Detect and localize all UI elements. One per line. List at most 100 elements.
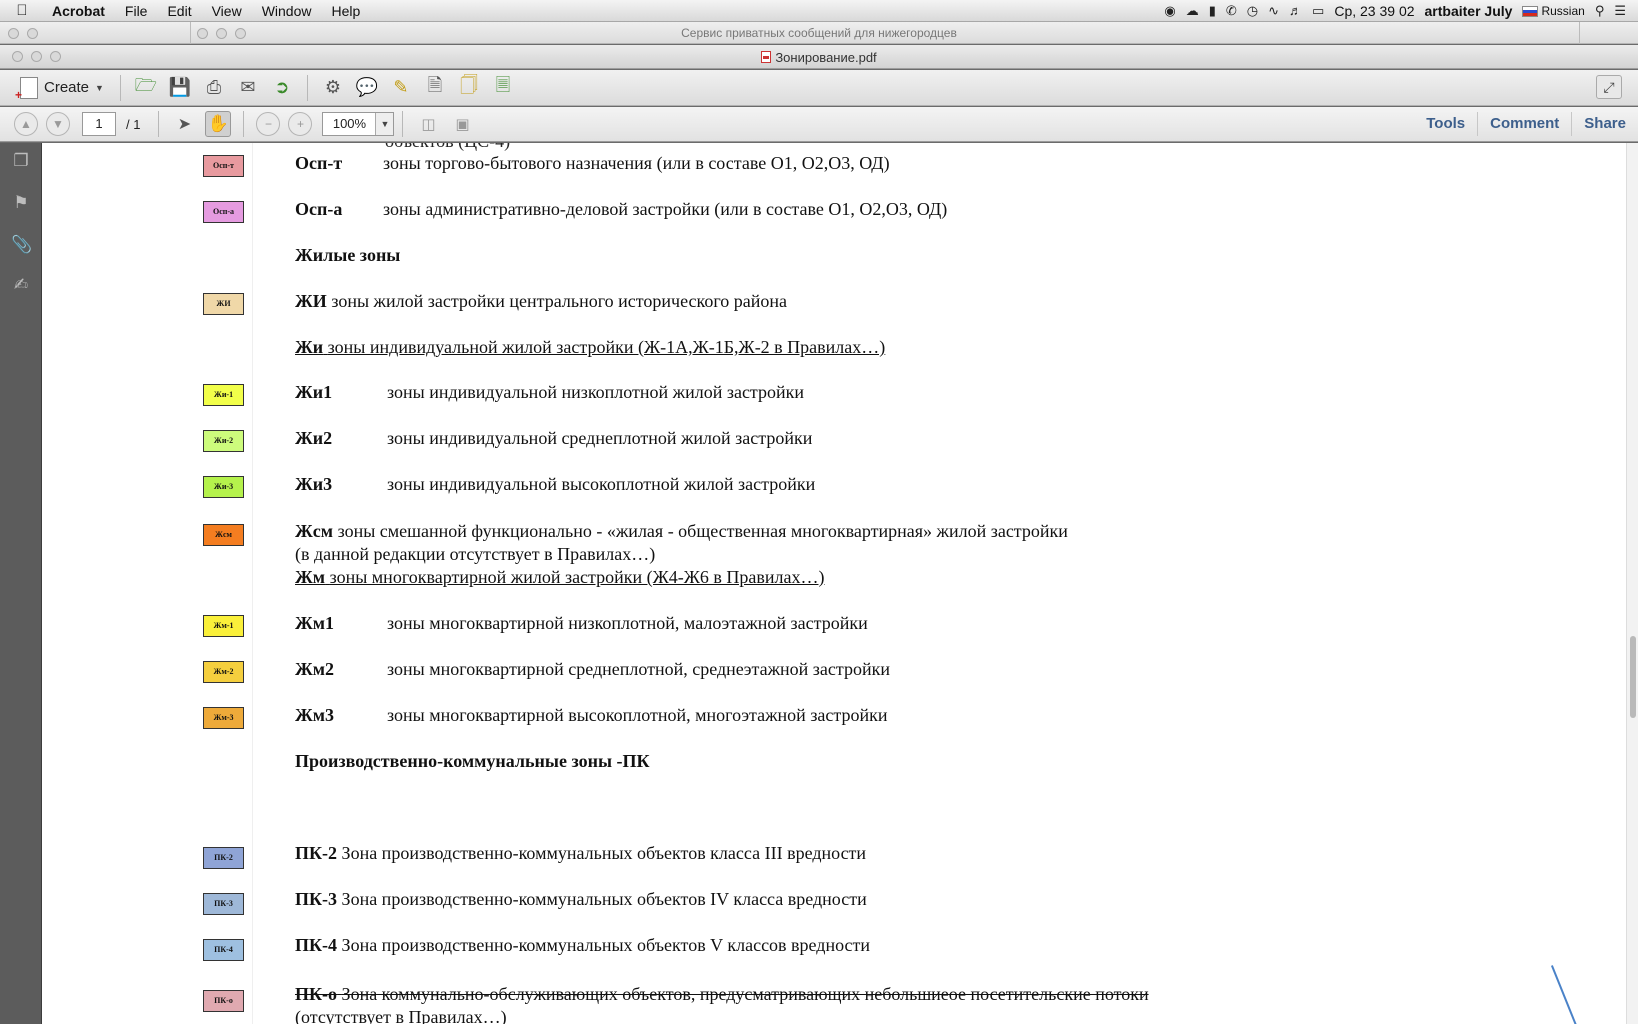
highlight-icon[interactable]: ✎ <box>388 75 414 101</box>
legend-entry-osp-a: Осп-а зоны административно-деловой застро… <box>295 199 947 220</box>
print-icon[interactable]: ⎙ <box>201 75 227 101</box>
menubar-status-area: ◉ ☁ ▮ ✆ ◷ ∿ ♬ ▭ Ср, 23 39 02 artbaiter J… <box>1164 3 1638 19</box>
group-heading-multiapartment: Жм зоны многоквартирной жилой застройки … <box>295 567 824 588</box>
time-machine-icon[interactable]: ◷ <box>1247 3 1258 19</box>
navigation-toolbar: ▲ ▼ 1 / 1 ➤ ✋ − + 100% ▼ ◫ ▣ Tools Comme… <box>0 107 1638 142</box>
zone-code: ПК-3 <box>295 889 338 909</box>
spotlight-search-icon[interactable]: ⚲ <box>1595 3 1605 19</box>
group-heading-individual: Жи зоны индивидуальной жилой застройки (… <box>295 337 885 358</box>
toolbar-divider <box>402 111 404 137</box>
legend-swatch-zhi: ЖИ <box>203 293 244 315</box>
pen-stroke-mark <box>1550 965 1580 1024</box>
legend-entry-pk-o-note: (отсутствует в Правилах…) <box>295 1007 507 1024</box>
section-heading-residential: Жилые зоны <box>295 245 401 265</box>
menubar-user[interactable]: artbaiter July <box>1425 3 1513 19</box>
phone-icon[interactable]: ✆ <box>1226 3 1237 19</box>
menu-edit[interactable]: Edit <box>157 3 201 19</box>
mac-menu-bar:  Acrobat File Edit View Window Help ◉ ☁… <box>0 0 1638 22</box>
expand-icon[interactable]: ⤢ <box>1596 75 1622 99</box>
comment-bubble-icon[interactable]: 💬 <box>354 75 380 101</box>
navigation-pane: ❐ ⚑ 📎 ✍ <box>0 143 42 1024</box>
zone-code: Жи3 <box>295 474 333 494</box>
zone-code: Осп-т <box>295 153 343 173</box>
legend-entry-zhi-2: Жи2 зоны индивидуальной среднеплотной жил… <box>295 428 812 449</box>
wifi-icon[interactable]: ∿ <box>1268 3 1279 19</box>
window-title-text: Зонирование.pdf <box>775 50 877 65</box>
pane-tabs: Tools Comment Share <box>1414 107 1638 141</box>
zone-code: ПК-2 <box>295 843 338 863</box>
group-code: Жм <box>295 567 326 587</box>
zoom-select[interactable]: 100% ▼ <box>322 112 395 136</box>
zoom-out-icon[interactable]: − <box>256 112 281 136</box>
fit-width-icon[interactable]: ▣ <box>449 111 475 137</box>
pdf-page-view[interactable]: объектов (ЦС-4) Осп-т Осп-т зоны торгово-… <box>42 143 1626 1024</box>
zone-code: Жм2 <box>295 659 335 679</box>
toolbar-divider <box>243 111 245 137</box>
legend-swatch-zhi-2: Жи-2 <box>203 430 244 452</box>
section-heading-industrial: Производственно-коммунальные зоны -ПК <box>295 751 650 771</box>
scrollbar-thumb[interactable] <box>1630 636 1636 718</box>
attachments-icon[interactable]: 📎 <box>11 235 32 257</box>
apple-menu-icon[interactable]:  <box>0 2 44 19</box>
notification-list-icon[interactable]: ☰ <box>1614 3 1626 19</box>
tab-share[interactable]: Share <box>1571 112 1638 136</box>
cloud-icon[interactable]: ☁ <box>1186 3 1199 19</box>
previous-page-icon[interactable]: ▲ <box>14 112 38 136</box>
select-cursor-icon[interactable]: ➤ <box>171 111 197 137</box>
zone-code: Жм1 <box>295 613 335 633</box>
chevron-down-icon[interactable]: ▼ <box>375 113 394 135</box>
save-icon[interactable]: 💾 <box>167 75 193 101</box>
tab-tools[interactable]: Tools <box>1414 112 1477 136</box>
zone-code: Жсм <box>295 521 334 541</box>
fit-page-icon[interactable]: ◫ <box>415 111 441 137</box>
zone-description: Зона производственно-коммунальных объект… <box>341 889 867 909</box>
zone-description: зоны административно-деловой застройки (… <box>383 199 948 219</box>
create-button[interactable]: Create ▼ <box>12 74 112 102</box>
share-files-icon[interactable]: ➲ <box>269 75 295 101</box>
page-number-input[interactable]: 1 <box>82 112 116 136</box>
zone-description: зоны жилой застройки центрального истори… <box>331 291 788 311</box>
legend-entry-pk-o: ПК-о Зона коммунально-обслуживающих объе… <box>295 984 1149 1005</box>
menu-view[interactable]: View <box>202 3 252 19</box>
battery-icon[interactable]: ▭ <box>1312 3 1324 19</box>
background-window-titlebar[interactable]: Сервис приватных сообщений для нижегород… <box>0 22 1638 44</box>
skype-icon[interactable]: ◉ <box>1164 3 1175 19</box>
open-folder-icon[interactable]: 🗁 <box>133 75 159 101</box>
input-source[interactable]: Russian <box>1522 3 1585 18</box>
next-page-icon[interactable]: ▼ <box>46 112 70 136</box>
legend-swatch-zhm-3: Жм-3 <box>203 707 244 729</box>
window-title: Зонирование.pdf <box>0 50 1638 65</box>
legend-swatch-osp-a: Осп-а <box>203 201 244 223</box>
document-edit-icon[interactable]: 🗍 <box>456 75 482 101</box>
menu-help[interactable]: Help <box>321 3 370 19</box>
group-description: зоны индивидуальной жилой застройки (Ж-1… <box>327 337 886 357</box>
create-document-icon <box>15 76 38 102</box>
input-language-label: Russian <box>1541 3 1585 18</box>
hand-tool-icon[interactable]: ✋ <box>205 111 232 137</box>
page-left-edge <box>252 143 253 1024</box>
legend-entry-pk-3: ПК-3 Зона производственно-коммунальных о… <box>295 889 867 910</box>
bookmarks-icon[interactable]: ⚑ <box>11 193 31 215</box>
zone-description: зоны смешанной функционально - «жилая - … <box>337 521 1068 541</box>
zone-code: Жм3 <box>295 705 335 725</box>
zoom-value: 100% <box>332 116 367 131</box>
menu-app-acrobat[interactable]: Acrobat <box>44 3 115 19</box>
acrobat-titlebar[interactable]: Зонирование.pdf <box>0 45 1638 69</box>
battery-status-icon[interactable]: ▮ <box>1209 3 1216 19</box>
menu-file[interactable]: File <box>115 3 158 19</box>
menubar-clock[interactable]: Ср, 23 39 02 <box>1334 3 1414 19</box>
zone-code: Осп-а <box>295 199 343 219</box>
page-thumbnails-icon[interactable]: ❐ <box>11 151 31 173</box>
tab-comment[interactable]: Comment <box>1477 112 1571 136</box>
document-attach-icon[interactable]: 🗎 <box>422 75 448 101</box>
gear-icon[interactable]: ⚙ <box>320 75 346 101</box>
email-icon[interactable]: ✉ <box>235 75 261 101</box>
zone-description: зоны торгово-бытового назначения (или в … <box>383 153 890 173</box>
zoom-in-icon[interactable]: + <box>288 112 313 136</box>
volume-icon[interactable]: ♬ <box>1289 3 1302 18</box>
menu-window[interactable]: Window <box>252 3 322 19</box>
document-export-icon[interactable]: 🗏 <box>490 75 516 101</box>
vertical-scrollbar[interactable] <box>1626 143 1638 1024</box>
legend-swatch-zhm-1: Жм-1 <box>203 615 244 637</box>
signatures-icon[interactable]: ✍ <box>11 275 31 297</box>
